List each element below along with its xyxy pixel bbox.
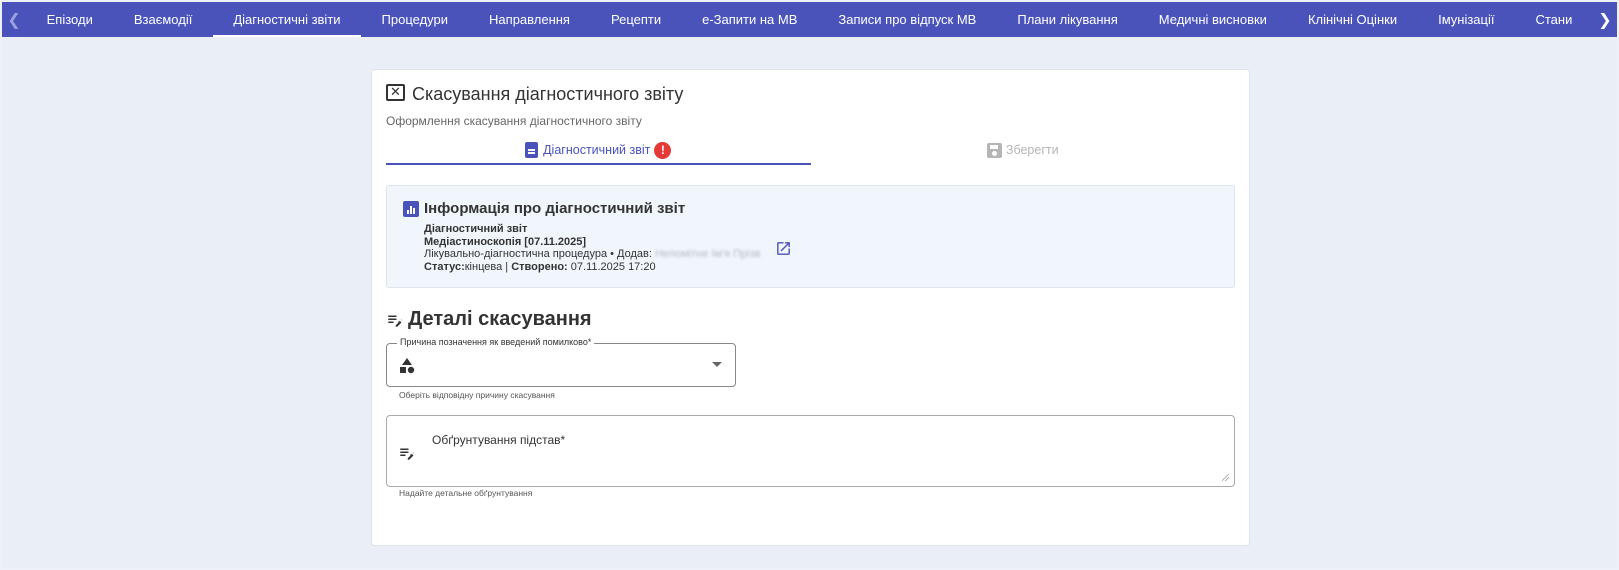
- report-info-panel: Інформація про діагностичний звіт Діагно…: [386, 185, 1235, 288]
- step-label: Зберегти: [1005, 143, 1059, 157]
- nav-tab[interactable]: Клінічні Оцінки: [1287, 2, 1417, 37]
- step-label: Діагностичний звіт: [543, 143, 651, 157]
- nav-tab[interactable]: Процедури: [361, 2, 468, 37]
- info-header: Інформація про діагностичний звіт: [403, 200, 685, 217]
- reason-label: Причина позначення як введений помилково…: [397, 337, 595, 347]
- status-label: Статус:: [424, 260, 465, 273]
- status-value: кінцева: [464, 260, 503, 273]
- info-title: Інформація про діагностичний звіт: [424, 200, 686, 217]
- report-name: Медіастиноскопія [07.11.2025]: [424, 235, 587, 248]
- report-category: Лікувально-діагностична процедура • Дода…: [424, 248, 760, 261]
- chevron-right-icon[interactable]: ❯: [1593, 2, 1617, 37]
- nav-tab[interactable]: Діагностичні звіти: [212, 2, 362, 37]
- created-value: 07.11.2025 17:20: [567, 260, 656, 273]
- nav-tab[interactable]: Імунізації: [1418, 2, 1515, 37]
- document-icon: [525, 142, 539, 158]
- report-type: Діагностичний звіт: [424, 223, 528, 235]
- page-title: Скасування діагностичного звіту: [412, 84, 684, 104]
- reason-helper-text: Оберіть відповідну причину скасування: [399, 390, 555, 400]
- nav-tab[interactable]: Медичні висновки: [1138, 2, 1287, 37]
- nav-tab[interactable]: Взаємодії: [113, 2, 212, 37]
- report-details: Діагностичний звіт Медіастиноскопія [07.…: [424, 223, 760, 273]
- app-frame: ❮ Епізоди Взаємодії Діагностичні звіти Проц…: [2, 2, 1617, 568]
- nav-tab[interactable]: Направлення: [469, 2, 591, 37]
- error-icon: !: [654, 141, 672, 159]
- category-shapes-icon: [398, 357, 416, 380]
- section-title: Деталі скасування: [408, 308, 592, 330]
- created-label: Створено:: [511, 260, 568, 273]
- edit-note-icon: [398, 444, 416, 467]
- separator: |: [502, 260, 512, 273]
- page-subtitle: Оформлення скасування діагностичного зві…: [386, 114, 642, 128]
- nav-tab[interactable]: е-Запити на МВ: [682, 2, 818, 37]
- justification-textarea[interactable]: Обґрунтування підстав*: [386, 415, 1235, 487]
- justification-label: Обґрунтування підстав*: [432, 433, 566, 447]
- report-status-line: Статус:кінцева | Створено: 07.11.2025 17…: [424, 261, 760, 274]
- cancel-report-card: ✕ Скасування діагностичного звіту Оформл…: [371, 69, 1250, 546]
- chevron-left-icon[interactable]: ❮: [2, 2, 26, 37]
- resize-handle[interactable]: [1222, 474, 1229, 481]
- details-header: Деталі скасування: [386, 308, 592, 331]
- nav-tab[interactable]: Стани: [1515, 2, 1593, 37]
- justification-helper-text: Надайте детальне обґрунтування: [399, 488, 533, 498]
- nav-tabs: Епізоди Взаємодії Діагностичні звіти Процед…: [26, 2, 1593, 37]
- reason-select[interactable]: Причина позначення як введений помилково…: [386, 337, 736, 387]
- close-box-icon: ✕: [386, 84, 405, 101]
- nav-tab[interactable]: Епізоди: [26, 2, 113, 37]
- chevron-down-icon[interactable]: [712, 362, 722, 367]
- category-text: Лікувально-діагностична процедура • Дода…: [424, 248, 655, 260]
- added-by-name: Непомітне Ім'я Прізв: [654, 248, 761, 260]
- top-navigation: ❮ Епізоди Взаємодії Діагностичні звіти Проц…: [2, 2, 1617, 37]
- open-in-new-icon[interactable]: [775, 240, 792, 257]
- stepper: Діагностичний звіт ! Зберегти: [386, 136, 1236, 165]
- nav-tab[interactable]: Рецепти: [590, 2, 681, 37]
- edit-note-icon: [386, 311, 404, 329]
- nav-tab[interactable]: Плани лікування: [997, 2, 1138, 37]
- nav-tab[interactable]: Записи про відпуск МВ: [818, 2, 997, 37]
- bar-chart-icon: [403, 200, 419, 217]
- step-save: Зберегти: [811, 136, 1236, 164]
- step-diagnostic-report[interactable]: Діагностичний звіт !: [386, 136, 811, 165]
- save-icon: [986, 142, 1002, 158]
- card-header: ✕ Скасування діагностичного звіту: [386, 84, 683, 105]
